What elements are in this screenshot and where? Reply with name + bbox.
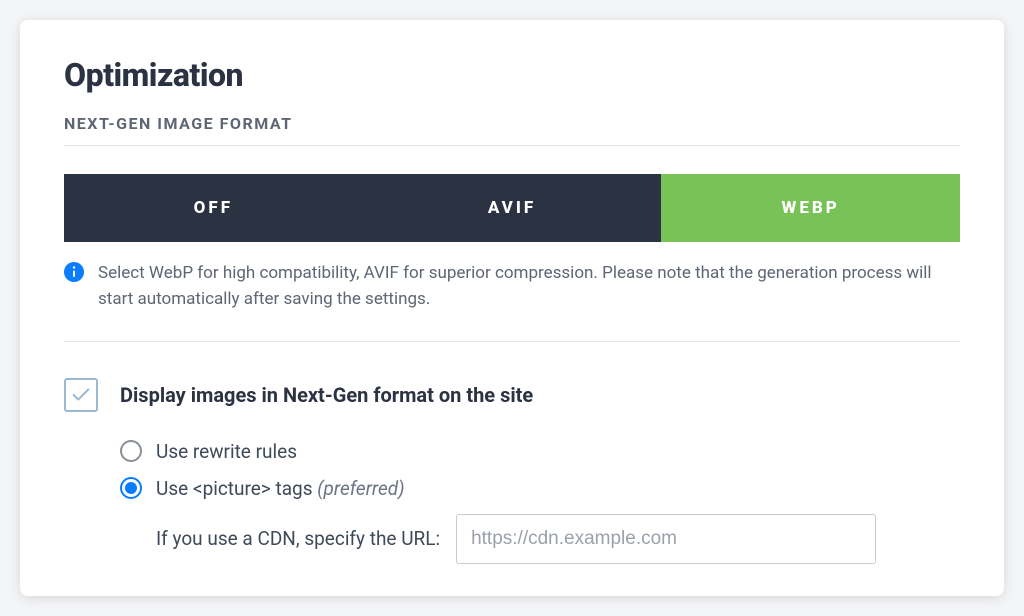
radio-picture-hint: (preferred) [317, 477, 404, 500]
radio-picture[interactable] [120, 477, 142, 499]
format-segmented-control: OFF AVIF WEBP [64, 174, 960, 242]
format-option-off[interactable]: OFF [64, 174, 363, 242]
info-row: Select WebP for high compatibility, AVIF… [64, 260, 960, 342]
display-nextgen-label: Display images in Next-Gen format on the… [120, 378, 533, 412]
format-option-avif[interactable]: AVIF [363, 174, 662, 242]
radio-rewrite[interactable] [120, 440, 142, 462]
section-label: NEXT-GEN IMAGE FORMAT [64, 114, 960, 146]
settings-card: Optimization NEXT-GEN IMAGE FORMAT OFF A… [20, 20, 1004, 596]
cdn-label: If you use a CDN, specify the URL: [156, 527, 440, 550]
display-nextgen-checkbox[interactable] [64, 378, 98, 412]
format-option-webp[interactable]: WEBP [661, 174, 960, 242]
checkmark-icon [70, 384, 92, 406]
page-title: Optimization [64, 56, 960, 94]
cdn-row: If you use a CDN, specify the URL: [156, 514, 960, 564]
display-nextgen-row: Display images in Next-Gen format on the… [64, 378, 960, 412]
delivery-method-group: Use rewrite rules Use <picture> tags (pr… [120, 440, 960, 500]
radio-row-picture: Use <picture> tags (preferred) [120, 477, 960, 500]
radio-picture-text: Use <picture> tags [156, 477, 317, 500]
radio-picture-label: Use <picture> tags (preferred) [156, 477, 405, 500]
info-icon [64, 262, 84, 282]
info-text: Select WebP for high compatibility, AVIF… [98, 260, 960, 313]
cdn-url-input[interactable] [456, 514, 876, 564]
radio-row-rewrite: Use rewrite rules [120, 440, 960, 463]
radio-rewrite-label: Use rewrite rules [156, 440, 297, 463]
radio-picture-dot [125, 482, 137, 494]
